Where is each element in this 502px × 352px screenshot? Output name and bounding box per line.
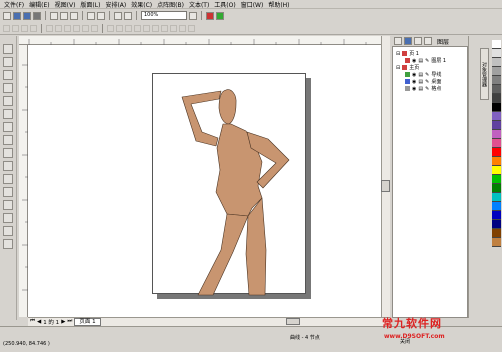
color-swatch[interactable] — [492, 49, 501, 58]
docker-row[interactable]: ◉ ▤ ✎ 格点 — [393, 85, 467, 92]
first-page-icon[interactable]: ⏮ — [30, 318, 35, 325]
figure-head[interactable] — [218, 89, 237, 125]
color-swatch[interactable] — [492, 202, 501, 211]
layer-color-swatch — [405, 86, 410, 91]
print-icon[interactable]: ▤ — [418, 72, 423, 78]
layer-color-swatch — [405, 72, 410, 77]
color-swatch[interactable] — [492, 229, 501, 238]
docker-side-tab[interactable]: 对象管理器 — [480, 48, 489, 100]
color-swatch[interactable] — [492, 175, 501, 184]
color-swatch[interactable] — [492, 139, 501, 148]
expand-icon[interactable]: ⊟ — [396, 51, 400, 57]
color-swatch[interactable] — [492, 94, 501, 103]
show-properties-icon[interactable] — [394, 37, 402, 45]
guides-layer-label: 导线 — [431, 72, 442, 78]
color-swatch[interactable] — [492, 103, 501, 112]
node-info: 曲线 - 4 节点 — [290, 335, 320, 341]
lock-icon[interactable]: ✎ — [425, 72, 429, 78]
docker-row[interactable]: ◉ ▤ ✎ 导线 — [393, 71, 467, 78]
color-swatch[interactable] — [492, 157, 501, 166]
color-swatch[interactable] — [492, 184, 501, 193]
eye-icon[interactable]: ◉ — [412, 58, 416, 64]
edit-across-layers-icon[interactable] — [414, 37, 422, 45]
vertical-scrollbar[interactable] — [381, 36, 390, 317]
docker-layer-label: 图层 — [437, 38, 450, 46]
color-swatch[interactable] — [492, 85, 501, 94]
color-swatch[interactable] — [492, 121, 501, 130]
color-swatch[interactable] — [492, 166, 501, 175]
color-palette — [492, 40, 501, 247]
color-swatch[interactable] — [492, 76, 501, 85]
docker-row[interactable]: ⊟ 主页 — [393, 64, 467, 72]
page-tab[interactable]: 页面 1 — [74, 317, 101, 326]
eye-icon[interactable]: ◉ — [412, 72, 416, 78]
vertical-scroll-thumb[interactable] — [381, 180, 390, 192]
lock-icon[interactable]: ✎ — [425, 79, 429, 85]
next-page-icon[interactable]: ▶ — [61, 319, 65, 325]
horizontal-scroll-thumb[interactable] — [286, 318, 300, 325]
layer-color-swatch — [402, 65, 408, 70]
eye-icon[interactable]: ◉ — [412, 79, 416, 85]
page-label: 页 1 — [409, 51, 419, 57]
previous-page-icon[interactable]: ◀ — [37, 319, 41, 325]
expand-icon[interactable]: ⊟ — [396, 65, 400, 71]
layer-color-swatch — [402, 51, 408, 56]
docker-row[interactable]: ◉ ▤ ✎ 图层 1 — [393, 57, 467, 64]
lock-icon[interactable]: ✎ — [425, 58, 429, 64]
print-icon[interactable]: ▤ — [418, 86, 423, 92]
desktop-layer-label: 桌面 — [431, 79, 442, 85]
color-swatch[interactable] — [492, 40, 501, 49]
color-swatch[interactable] — [492, 130, 501, 139]
print-icon[interactable]: ▤ — [418, 58, 423, 64]
docker-row[interactable]: ⊟ 页 1 — [393, 50, 467, 58]
master-page-label: 主页 — [409, 65, 420, 71]
site-watermark-url: www.D9SOFT.com — [384, 333, 445, 340]
new-layer-icon[interactable] — [424, 37, 432, 45]
color-swatch[interactable] — [492, 58, 501, 67]
docker-row[interactable]: ◉ ▤ ✎ 桌面 — [393, 78, 467, 85]
layer-color-swatch — [405, 58, 410, 63]
figure-raised-arm[interactable] — [181, 90, 222, 147]
color-swatch[interactable] — [492, 211, 501, 220]
lock-icon[interactable]: ✎ — [425, 86, 429, 92]
layer-label: 图层 1 — [431, 58, 447, 64]
docker-toolbar: 图层 — [392, 36, 468, 46]
print-icon[interactable]: ▤ — [418, 79, 423, 85]
cursor-coordinates: (250.940, 84.746 ) — [3, 341, 50, 347]
color-swatch[interactable] — [492, 67, 501, 76]
object-manager-docker: ⊟ 页 1 ◉ ▤ ✎ 图层 1 ⊟ 主页 ◉ ▤ ✎ 导线 ◉ ▤ ✎ 桌面 … — [392, 46, 468, 318]
layer-color-swatch — [405, 79, 410, 84]
last-page-icon[interactable]: ⏭ — [67, 318, 72, 325]
eye-icon[interactable]: ◉ — [412, 86, 416, 92]
color-swatch[interactable] — [492, 238, 501, 247]
color-swatch[interactable] — [492, 220, 501, 229]
color-swatch[interactable] — [492, 148, 501, 157]
color-swatch[interactable] — [492, 112, 501, 121]
layer-manager-view-icon[interactable] — [404, 37, 412, 45]
page-navigator: ⏮ ◀ 1 的 1 ▶ ⏭ 页面 1 — [28, 317, 101, 326]
grid-layer-label: 格点 — [431, 86, 442, 92]
figure-left-leg[interactable] — [197, 213, 249, 296]
page-counter: 1 的 1 — [43, 319, 60, 326]
color-swatch[interactable] — [492, 193, 501, 202]
site-watermark: 常九软件网 — [382, 317, 442, 330]
